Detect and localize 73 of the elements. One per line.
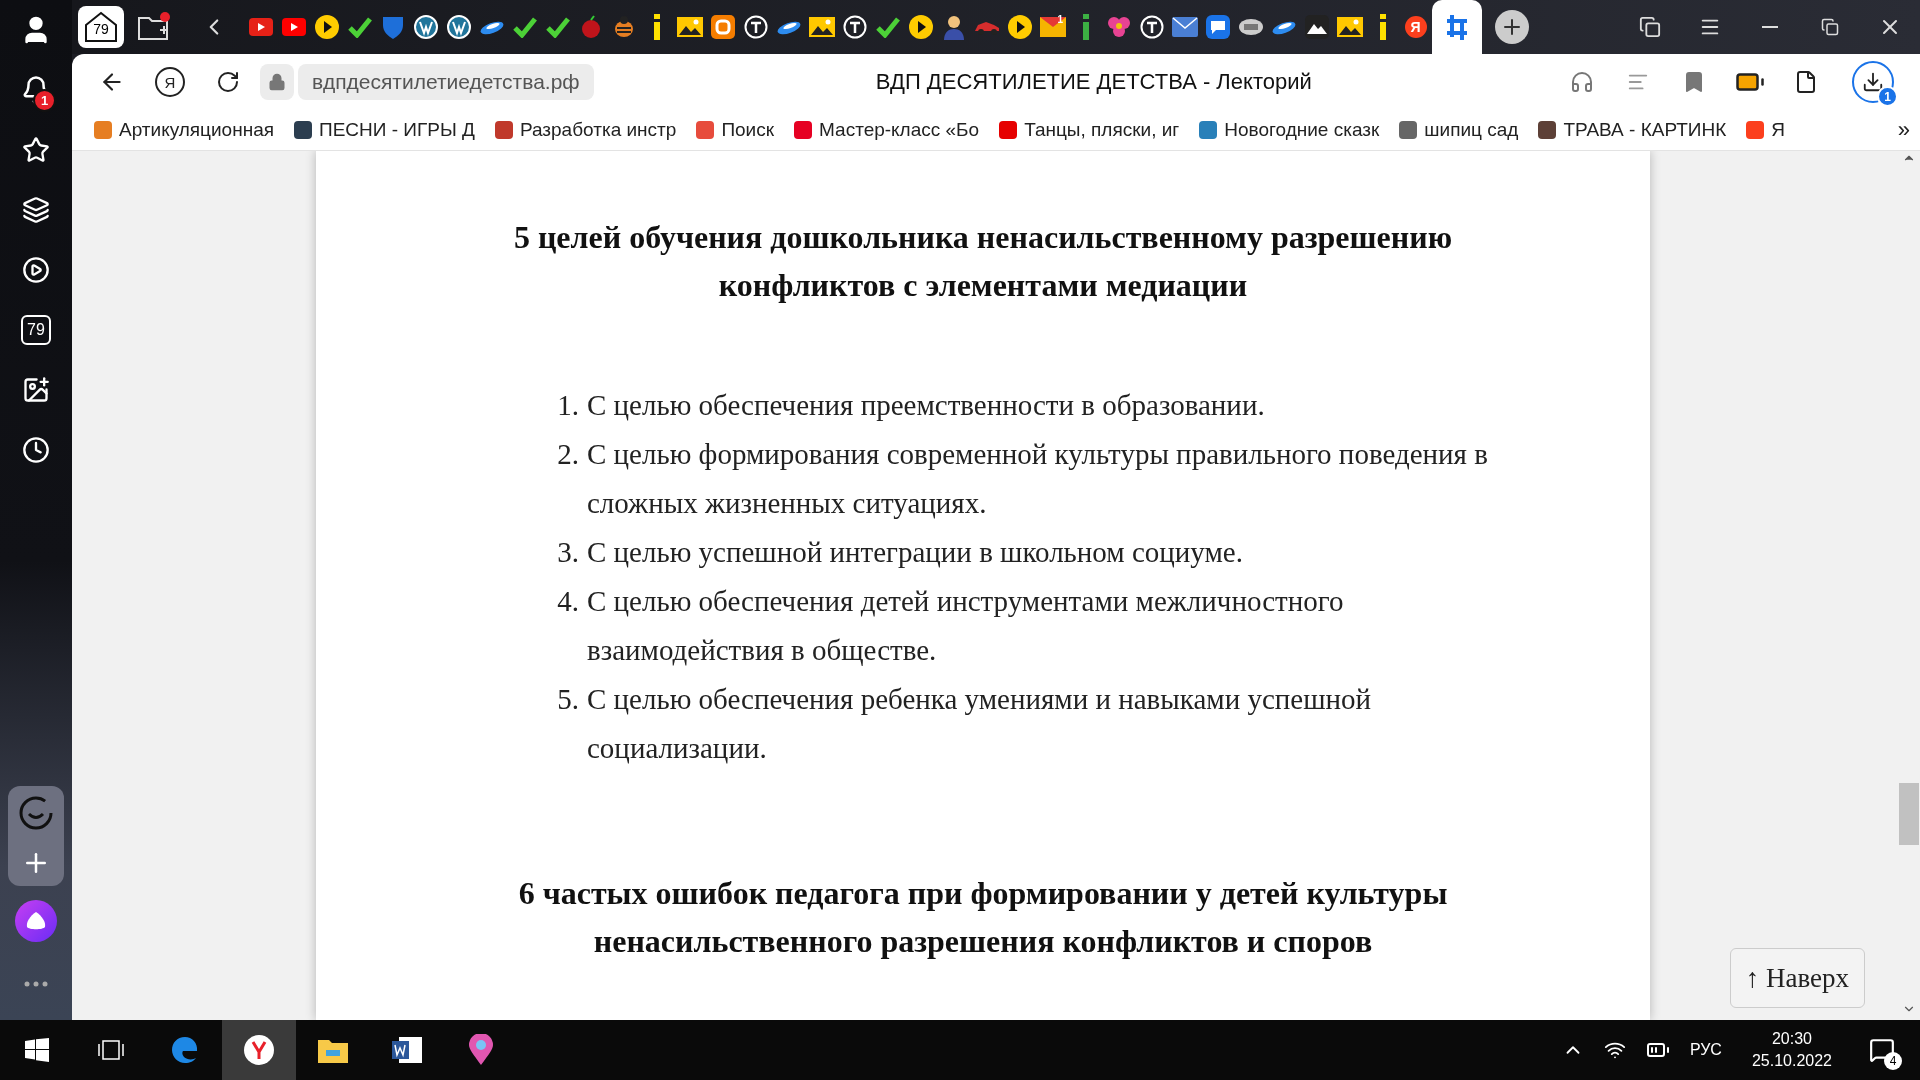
headphones-icon: [1570, 70, 1594, 94]
lock-button[interactable]: [260, 64, 294, 100]
list-item-text: С целью обеспечения ребенка умениями и навыками успешной социализации.: [587, 682, 1373, 766]
notification-badge: 4: [1884, 1052, 1902, 1070]
action-center-button[interactable]: 4: [1862, 1030, 1902, 1070]
edge-icon: [170, 1035, 200, 1065]
language-indicator[interactable]: РУС: [1689, 1041, 1722, 1059]
play-icon: [22, 256, 50, 284]
back-to-top-button[interactable]: ↑ Наверх: [1729, 948, 1865, 1008]
bookmark-item[interactable]: ПЕСНИ - ИГРЫ Д: [294, 119, 475, 141]
clock-icon: [22, 436, 50, 464]
bookmark-item[interactable]: шипиц сад: [1399, 119, 1519, 141]
map-pin-icon: [468, 1034, 494, 1066]
list-item-text: С целью обеспечения детей инструментами межличностного взаимодействия в обществе.: [587, 584, 1345, 668]
downloads-button[interactable]: 1: [1852, 61, 1894, 103]
yandex-icon: Я: [1404, 16, 1427, 38]
tab-count: 79: [21, 315, 51, 345]
list-number: 5.: [556, 682, 580, 717]
list-item-text: С целью успешной интеграции в школьном социуме.: [587, 535, 1244, 570]
dots-icon: [24, 981, 48, 987]
yandex-browser-icon: [243, 1034, 275, 1066]
clock[interactable]: 20:30 25.10.2022: [1751, 1028, 1832, 1072]
address-field[interactable]: вдпдесятилетиедетства.рф: [298, 64, 594, 100]
assistant-button[interactable]: [15, 900, 57, 942]
triangle-icon: [26, 912, 46, 930]
screenshot-icon: [22, 376, 50, 404]
minimize-icon: [1762, 26, 1778, 28]
bookmark-item[interactable]: Я: [1746, 119, 1786, 141]
scroll-thumb[interactable]: [1899, 783, 1919, 845]
bookmark-item[interactable]: Поиск: [696, 119, 775, 141]
section-heading: 6 частых ошибок педагога при формировании у детей культуры ненасильственного разрешения конфликтов и споров: [517, 874, 1449, 961]
windows-icon: [25, 1038, 49, 1062]
list-item-text: С целью обеспечения преемственности в образовании.: [587, 388, 1266, 423]
word-icon: [391, 1035, 423, 1065]
bookmark-item[interactable]: Разработка инстр: [494, 119, 677, 141]
page-title: ВДП ДЕСЯТИЛЕТИЕ ДЕТСТВА - Лекторий: [874, 69, 1313, 95]
folder-plus-icon: [137, 12, 171, 42]
yandex-button[interactable]: Я: [155, 67, 185, 97]
reload-icon: [216, 70, 240, 94]
list-number: 2.: [556, 437, 580, 472]
mail-count: 1: [1057, 13, 1063, 25]
file-icon: [1794, 70, 1818, 94]
list-number: 3.: [556, 535, 580, 570]
yandex-browser-button[interactable]: [222, 1020, 296, 1080]
task-view-icon: [98, 1039, 124, 1061]
bookmark-item[interactable]: Танцы, пляски, иг: [999, 119, 1180, 141]
star-icon: [22, 136, 50, 164]
download-badge: 1: [1877, 86, 1898, 107]
lock-icon: [268, 73, 286, 91]
bookmark-item[interactable]: ТРАВА - КАРТИНК: [1538, 119, 1727, 141]
new-tab-button[interactable]: [1495, 10, 1529, 44]
tab-group-button[interactable]: 79: [78, 6, 124, 48]
message-icon: [1869, 1037, 1895, 1063]
browser-tab[interactable]: Я: [1399, 10, 1432, 44]
list-item-text: С целью формирования современной культуры правильного поведения в сложных жизненных ситуациях.: [587, 437, 1489, 521]
restore-icon: [1821, 18, 1839, 36]
notifications-button[interactable]: 1: [12, 66, 60, 114]
bookmark-item[interactable]: Мастер-класс «Бо: [794, 119, 980, 141]
notification-badge: 1: [33, 89, 56, 112]
tabs-count-button[interactable]: 79: [12, 306, 60, 354]
browser-tab[interactable]: 1: [1036, 10, 1069, 44]
more-bookmarks-button[interactable]: »: [1897, 117, 1910, 143]
bookmark-item[interactable]: Артикуляционная: [94, 119, 275, 141]
bookmark-item[interactable]: Новогодние сказк: [1199, 119, 1380, 141]
section-heading: 5 целей обучения дошкольника ненасильственному разрешению конфликтов с элементами медиации: [512, 218, 1454, 305]
copy-icon: [1639, 16, 1661, 38]
list-number: 1.: [556, 388, 580, 423]
smile-icon[interactable]: [18, 794, 54, 831]
tab-count: 79: [93, 21, 109, 37]
house-icon: [83, 11, 119, 43]
download-icon: [1862, 71, 1884, 93]
list-number: 4.: [556, 584, 580, 619]
layers-icon: [22, 196, 50, 224]
